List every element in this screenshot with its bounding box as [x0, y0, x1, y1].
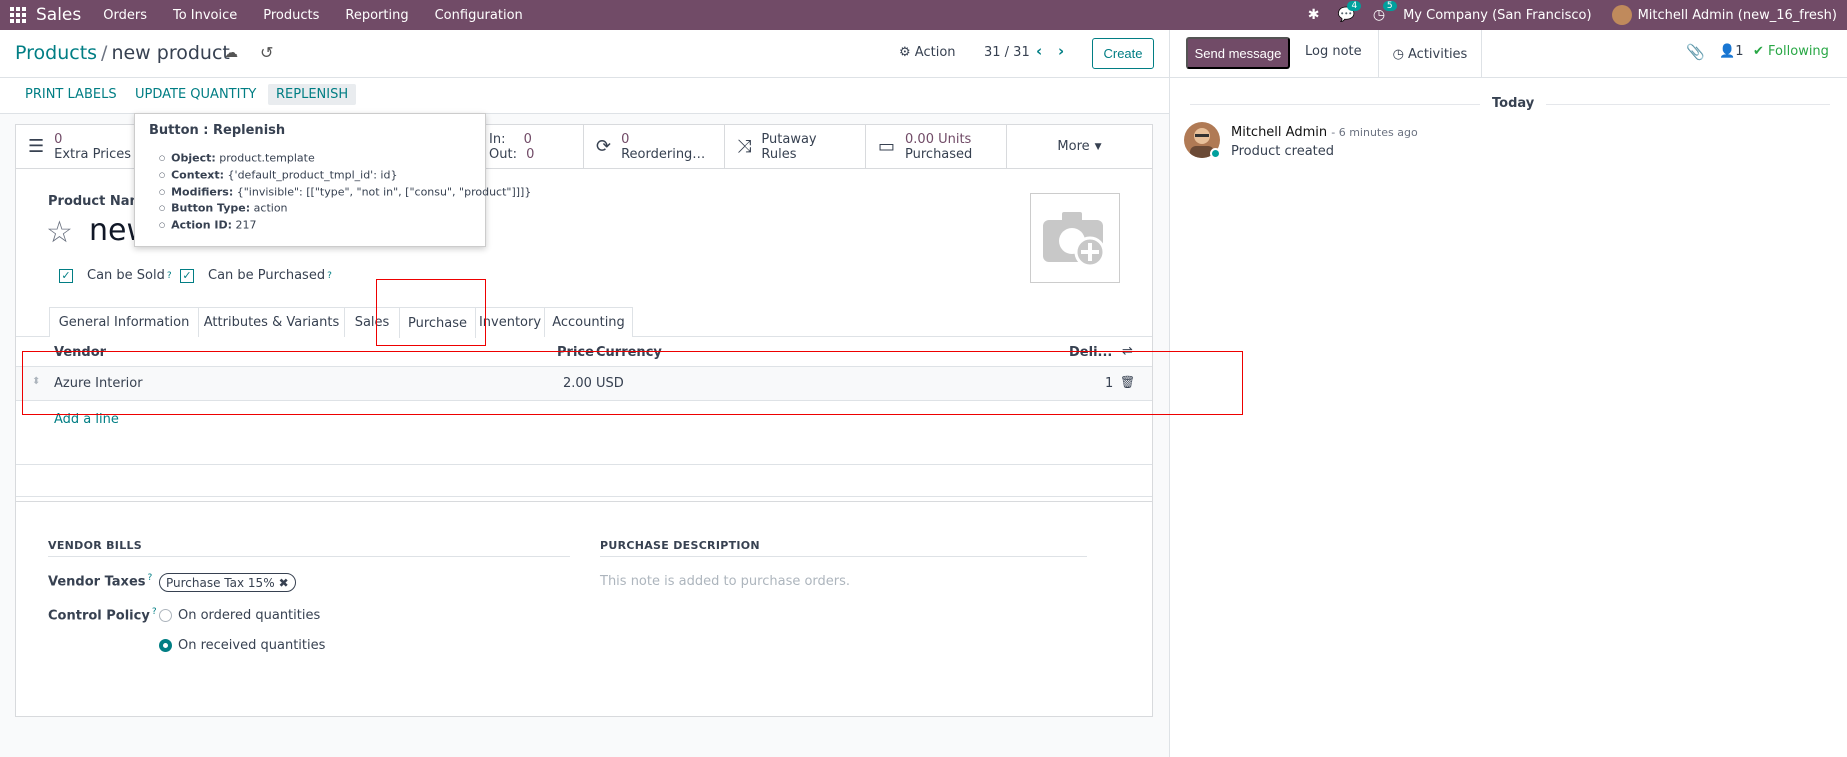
tooltip-line: Modifiers: {"invisible": [["type", "not …	[159, 184, 531, 201]
user-menu[interactable]: Mitchell Admin (new_16_fresh)	[1611, 5, 1837, 25]
followers-button[interactable]: 👤1	[1719, 44, 1743, 59]
tooltip-line: Object: product.template	[159, 150, 471, 167]
date-separator: Today	[1480, 96, 1547, 111]
radio-received-quantities[interactable]: On received quantities	[159, 638, 325, 653]
favorite-star-icon[interactable]: ☆	[46, 215, 73, 250]
print-labels-button[interactable]: PRINT LABELS	[25, 87, 117, 102]
chatter-panel: Send message Log note ◷ Activities 📎 👤1 ✔…	[1169, 30, 1847, 757]
tax-tag[interactable]: Purchase Tax 15% ✖	[159, 573, 296, 592]
purchased-button[interactable]: ▭ 0.00 Units Purchased	[866, 125, 1007, 168]
tab-attributes-variants[interactable]: Attributes & Variants	[198, 307, 345, 337]
activities-badge: 5	[1382, 1, 1397, 11]
breadcrumb: Products / new product	[15, 42, 230, 64]
online-status-dot	[1210, 148, 1221, 159]
send-message-button[interactable]: Send message	[1186, 37, 1290, 69]
pager-prev-icon[interactable]: ‹	[1036, 42, 1042, 60]
list-icon: ☰	[28, 136, 45, 157]
top-navbar: Sales Orders To Invoice Products Reporti…	[0, 0, 1847, 30]
purchase-description-input[interactable]: This note is added to purchase orders.	[600, 574, 850, 589]
activities-clock-icon[interactable]: ◷ 5	[1373, 1, 1397, 23]
create-button[interactable]: Create	[1092, 38, 1154, 69]
menu-products[interactable]: Products	[263, 8, 319, 23]
shuffle-icon: ⤨	[737, 136, 752, 157]
empty-row	[16, 433, 1152, 465]
attachment-paperclip-icon[interactable]: 📎	[1686, 43, 1705, 61]
radio-ordered-quantities[interactable]: On ordered quantities	[159, 608, 320, 623]
can-be-sold-checkbox[interactable]: ✓	[59, 268, 73, 283]
chatter-topbar: Send message Log note ◷ Activities 📎 👤1 ✔…	[1170, 30, 1847, 78]
message-body: Product created	[1231, 144, 1335, 159]
camera-plus-icon	[1043, 212, 1106, 268]
company-switcher[interactable]: My Company (San Francisco)	[1403, 8, 1591, 23]
menu-orders[interactable]: Orders	[103, 8, 147, 23]
user-icon: 👤	[1719, 44, 1736, 59]
pager-value[interactable]: 31 / 31	[984, 45, 1030, 60]
putaway-rules-button[interactable]: ⤨ Putaway Rules	[725, 125, 866, 168]
tooltip-line: Context: {'default_product_tmpl_id': id}	[159, 167, 471, 184]
tooltip-line: Button Type: action	[159, 200, 471, 217]
message-author[interactable]: Mitchell Admin - 6 minutes ago	[1231, 125, 1418, 140]
remove-tag-icon[interactable]: ✖	[279, 576, 289, 590]
notebook-tabs: General Information Attributes & Variant…	[16, 303, 1152, 338]
control-panel: Products / new product ☁ ↺ ⚙ Action 31 / 3…	[0, 30, 1170, 78]
control-policy-label: Control Policy?	[48, 607, 157, 624]
highlight-box-purchase-tab	[376, 279, 486, 346]
pager-next-icon[interactable]: ›	[1058, 42, 1064, 60]
more-button[interactable]: More ▼	[1007, 125, 1152, 168]
update-quantity-button[interactable]: UPDATE QUANTITY	[135, 87, 256, 102]
gear-icon: ⚙	[899, 45, 911, 60]
refresh-icon: ⟳	[596, 136, 612, 157]
tooltip-line: Action ID: 217	[159, 217, 471, 234]
activities-button[interactable]: ◷ Activities	[1378, 30, 1482, 78]
clock-icon: ◷	[1392, 46, 1405, 62]
action-menu-button[interactable]: ⚙ Action	[899, 45, 956, 60]
product-image-upload[interactable]	[1030, 193, 1120, 283]
vendor-bills-title: VENDOR BILLS	[48, 539, 570, 557]
highlight-box-vendor-row	[22, 351, 1243, 415]
discard-undo-icon[interactable]: ↺	[260, 43, 273, 62]
radio-button-selected[interactable]	[159, 639, 172, 652]
app-name[interactable]: Sales	[36, 5, 81, 25]
apps-menu-icon[interactable]	[0, 0, 36, 30]
breadcrumb-products[interactable]: Products	[15, 42, 97, 64]
empty-row	[16, 465, 1152, 497]
messages-badge: 4	[1347, 1, 1362, 11]
can-be-sold-row[interactable]: ✓ Can be Sold?	[59, 268, 172, 283]
menu-reporting[interactable]: Reporting	[345, 8, 408, 23]
radio-button[interactable]	[159, 609, 172, 622]
save-cloud-icon[interactable]: ☁	[224, 45, 238, 61]
breadcrumb-separator: /	[101, 42, 108, 64]
can-be-purchased-label: Can be Purchased	[208, 268, 326, 283]
reordering-button[interactable]: ⟳ 0 Reordering…	[584, 125, 725, 168]
user-name: Mitchell Admin (new_16_fresh)	[1637, 7, 1837, 23]
section-divider	[16, 501, 1152, 502]
menu-to-invoice[interactable]: To Invoice	[173, 8, 237, 23]
check-icon: ✔	[1753, 44, 1764, 59]
following-button[interactable]: ✔ Following	[1753, 44, 1829, 59]
tab-accounting[interactable]: Accounting	[544, 307, 633, 337]
messages-icon[interactable]: 💬 4	[1337, 1, 1362, 23]
purchase-description-title: PURCHASE DESCRIPTION	[600, 539, 1087, 557]
menu-configuration[interactable]: Configuration	[435, 8, 523, 23]
header-buttons: PRINT LABELS UPDATE QUANTITY REPLENISH	[0, 78, 1170, 114]
debug-bug-icon[interactable]: ✱	[1308, 7, 1320, 23]
log-note-button[interactable]: Log note	[1305, 44, 1362, 59]
message-time: - 6 minutes ago	[1331, 126, 1418, 139]
replenish-button[interactable]: REPLENISH	[268, 84, 357, 105]
can-be-purchased-checkbox[interactable]: ✓	[180, 268, 194, 283]
breadcrumb-current: new product	[111, 42, 230, 64]
debug-tooltip: Button : Replenish Object: product.templ…	[134, 113, 531, 247]
vendor-taxes-label: Vendor Taxes?	[48, 573, 153, 590]
can-be-purchased-row[interactable]: ✓ Can be Purchased?	[180, 268, 332, 283]
user-avatar	[1611, 5, 1632, 25]
tab-general-information[interactable]: General Information	[49, 307, 199, 337]
caret-down-icon: ▼	[1094, 141, 1102, 152]
tooltip-title: Button : Replenish	[149, 123, 286, 138]
can-be-sold-label: Can be Sold	[87, 268, 165, 283]
credit-card-icon: ▭	[878, 136, 896, 157]
